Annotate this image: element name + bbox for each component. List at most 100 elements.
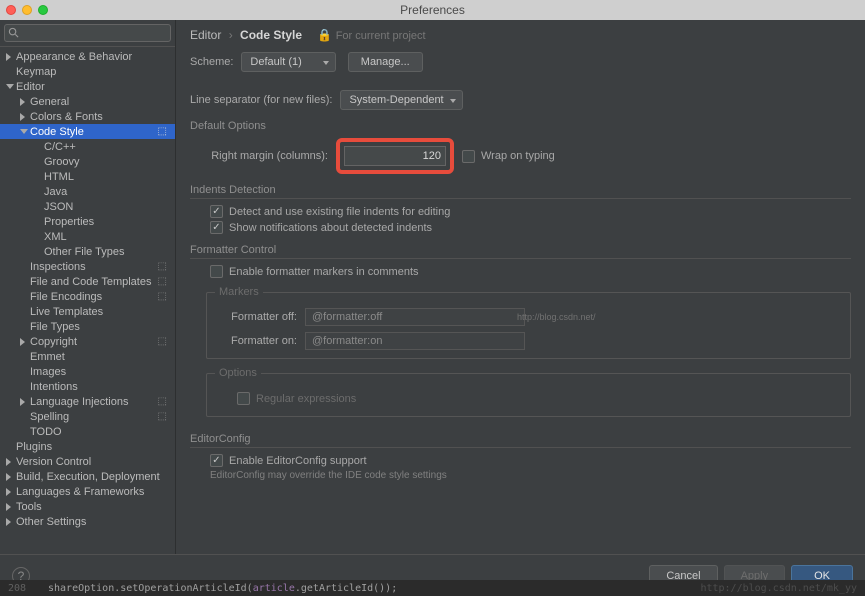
tree-item-version-control[interactable]: Version Control [0, 454, 175, 469]
tree-item-label: Emmet [30, 351, 65, 363]
tree-item-label: Properties [44, 216, 94, 228]
tree-item-inspections[interactable]: Inspections ⬚ [0, 259, 175, 274]
preferences-tree[interactable]: Appearance & Behavior KeymapEditorGeneral… [0, 47, 175, 554]
minimize-icon[interactable] [22, 5, 32, 15]
tree-item-emmet[interactable]: Emmet [0, 349, 175, 364]
watermark-footer: http://blog.csdn.net/mk_yy [700, 583, 865, 594]
tree-item-general[interactable]: General [0, 94, 175, 109]
tree-item-appearance-behavior[interactable]: Appearance & Behavior [0, 49, 175, 64]
tree-item-label: C/C++ [44, 141, 76, 153]
tree-item-label: XML [44, 231, 67, 243]
show-notifications-label: Show notifications about detected indent… [229, 222, 432, 234]
scheme-select[interactable]: Default (1) [241, 52, 335, 72]
breadcrumb-scope: For current project [336, 30, 426, 42]
tree-arrow-icon [34, 218, 42, 226]
tree-item-label: Other File Types [44, 246, 125, 258]
preferences-sidebar: Appearance & Behavior KeymapEditorGeneral… [0, 20, 176, 554]
tree-item-images[interactable]: Images [0, 364, 175, 379]
formatter-control-title: Formatter Control [190, 244, 851, 259]
tree-item-label: File Encodings [30, 291, 102, 303]
detect-indents-checkbox[interactable] [210, 205, 223, 218]
manage-button[interactable]: Manage... [348, 52, 423, 72]
breadcrumb-current: Code Style [240, 28, 302, 42]
tree-arrow-icon [6, 458, 14, 466]
tree-item-file-and-code-templates[interactable]: File and Code Templates⬚ [0, 274, 175, 289]
tree-item-code-style[interactable]: Code Style⬚ [0, 124, 175, 139]
tree-item-label: Keymap [16, 66, 56, 78]
markers-legend: Markers [215, 286, 263, 298]
tree-item-editor[interactable]: Editor [0, 79, 175, 94]
per-project-icon: ⬚ [158, 276, 171, 287]
regex-label: Regular expressions [256, 393, 356, 405]
enable-formatter-label: Enable formatter markers in comments [229, 266, 419, 278]
show-notifications-checkbox[interactable] [210, 221, 223, 234]
right-margin-label: Right margin (columns): [210, 150, 328, 162]
tree-item-copyright[interactable]: Copyright⬚ [0, 334, 175, 349]
watermark-text: http://blog.csdn.net/ [517, 312, 596, 322]
tree-arrow-icon [20, 428, 28, 436]
indents-detection-title: Indents Detection [190, 184, 851, 199]
tree-item-other-file-types[interactable]: Other File Types [0, 244, 175, 259]
formatter-on-label: Formatter on: [217, 335, 297, 347]
editorconfig-checkbox[interactable] [210, 454, 223, 467]
options-fieldset: Options Regular expressions [206, 367, 851, 417]
tree-item-label: Images [30, 366, 66, 378]
tree-arrow-icon [34, 143, 42, 151]
tree-arrow-icon [20, 278, 28, 286]
tree-item-html[interactable]: HTML [0, 169, 175, 184]
tree-item-label: Copyright [30, 336, 77, 348]
tree-item-language-injections[interactable]: Language Injections ⬚ [0, 394, 175, 409]
search-input[interactable] [4, 24, 171, 42]
per-project-icon: ⬚ [158, 261, 171, 272]
line-separator-select[interactable]: System-Dependent [340, 90, 462, 110]
line-number: 208 [8, 583, 48, 594]
tree-item-xml[interactable]: XML [0, 229, 175, 244]
tree-item-label: Live Templates [30, 306, 103, 318]
tree-arrow-icon [20, 308, 28, 316]
enable-formatter-checkbox[interactable] [210, 265, 223, 278]
options-legend: Options [215, 367, 261, 379]
tree-item-colors-fonts[interactable]: Colors & Fonts [0, 109, 175, 124]
tree-arrow-icon [20, 129, 28, 137]
tree-arrow-icon [20, 383, 28, 391]
close-icon[interactable] [6, 5, 16, 15]
formatter-off-input [305, 308, 525, 326]
tree-item-c-c-[interactable]: C/C++ [0, 139, 175, 154]
tree-item-keymap[interactable]: Keymap [0, 64, 175, 79]
editorconfig-label: Enable EditorConfig support [229, 455, 367, 467]
tree-item-build-execution-deployment[interactable]: Build, Execution, Deployment [0, 469, 175, 484]
tree-arrow-icon [20, 353, 28, 361]
tree-arrow-icon [34, 188, 42, 196]
tree-item-plugins[interactable]: Plugins [0, 439, 175, 454]
tree-item-label: Language Injections [30, 396, 128, 408]
tree-arrow-icon [20, 263, 28, 271]
tree-item-label: Code Style [30, 126, 84, 138]
tree-arrow-icon [6, 53, 14, 61]
per-project-icon: ⬚ [158, 396, 171, 407]
tree-item-other-settings[interactable]: Other Settings [0, 514, 175, 529]
tree-item-todo[interactable]: TODO [0, 424, 175, 439]
tree-item-label: Spelling [30, 411, 69, 423]
tree-item-label: Colors & Fonts [30, 111, 103, 123]
tree-arrow-icon [20, 398, 28, 406]
tree-arrow-icon [6, 488, 14, 496]
tree-item-file-encodings[interactable]: File Encodings⬚ [0, 289, 175, 304]
tree-item-spelling[interactable]: Spelling⬚ [0, 409, 175, 424]
tree-item-groovy[interactable]: Groovy [0, 154, 175, 169]
tree-item-intentions[interactable]: Intentions [0, 379, 175, 394]
tree-item-label: TODO [30, 426, 62, 438]
breadcrumb-root: Editor [190, 28, 221, 42]
right-margin-input[interactable] [344, 146, 446, 166]
tree-item-json[interactable]: JSON [0, 199, 175, 214]
tree-item-label: Inspections [30, 261, 86, 273]
tree-item-java[interactable]: Java [0, 184, 175, 199]
tree-item-tools[interactable]: Tools [0, 499, 175, 514]
tree-item-languages-frameworks[interactable]: Languages & Frameworks [0, 484, 175, 499]
tree-item-live-templates[interactable]: Live Templates [0, 304, 175, 319]
tree-item-file-types[interactable]: File Types [0, 319, 175, 334]
tree-item-label: Languages & Frameworks [16, 486, 144, 498]
scheme-label: Scheme: [190, 56, 233, 68]
wrap-on-typing-checkbox[interactable] [462, 150, 475, 163]
zoom-icon[interactable] [38, 5, 48, 15]
tree-item-properties[interactable]: Properties [0, 214, 175, 229]
